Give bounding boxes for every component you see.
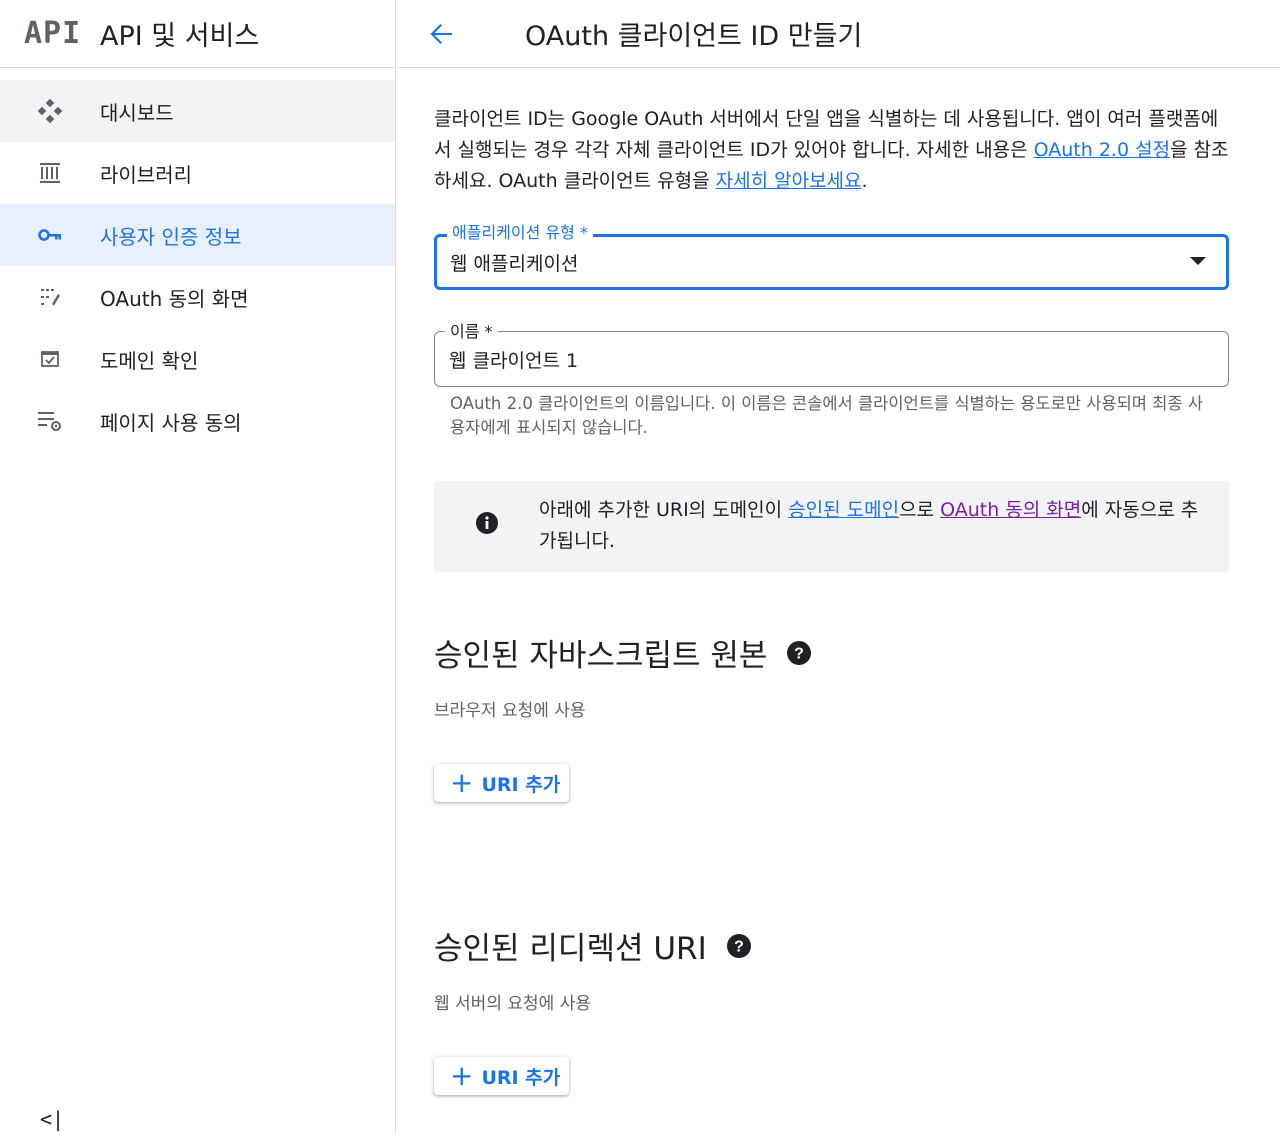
sidebar-item-domain-verification[interactable]: 도메인 확인 xyxy=(0,328,395,390)
button-label: URI 추가 xyxy=(481,1066,561,1089)
sidebar-item-label: OAuth 동의 화면 xyxy=(100,286,249,311)
key-icon xyxy=(36,221,64,249)
application-type-select[interactable]: 애플리케이션 유형 * 웹 애플리케이션 xyxy=(434,219,1229,290)
help-icon[interactable]: ? xyxy=(787,640,812,665)
sidebar-item-credentials[interactable]: 사용자 인증 정보 xyxy=(0,204,395,266)
sidebar-item-label: 사용자 인증 정보 xyxy=(100,224,242,249)
js-origins-subtitle: 브라우저 요청에 사용 xyxy=(434,701,586,721)
application-type-label: 애플리케이션 유형 * xyxy=(447,219,593,243)
application-type-value: 웹 애플리케이션 xyxy=(450,253,579,275)
sidebar-item-label: 페이지 사용 동의 xyxy=(100,410,242,435)
sidebar-header: API API 및 서비스 xyxy=(0,0,395,68)
consent-screen-icon xyxy=(36,283,64,311)
authorized-domains-link[interactable]: 승인된 도메인 xyxy=(788,499,899,521)
dashboard-icon xyxy=(36,97,64,125)
info-text: 아래에 추가한 URI의 도메인이 승인된 도메인으로 OAuth 동의 화면에… xyxy=(539,495,1209,557)
sidebar-item-library[interactable]: 라이브러리 xyxy=(0,142,395,204)
section-title-text: 승인된 리디렉션 URI xyxy=(434,931,707,967)
name-label: 이름 * xyxy=(445,318,498,342)
svg-text:?: ? xyxy=(734,938,744,955)
sidebar-item-label: 도메인 확인 xyxy=(100,348,199,373)
sidebar-item-page-usage[interactable]: 페이지 사용 동의 xyxy=(0,390,395,452)
page-usage-agreement-icon xyxy=(36,407,64,435)
plus-icon: + xyxy=(450,766,474,799)
domain-verification-icon xyxy=(36,345,64,373)
info-box: 아래에 추가한 URI의 도메인이 승인된 도메인으로 OAuth 동의 화면에… xyxy=(434,481,1229,572)
description-text: . xyxy=(861,170,868,192)
section-title-text: 승인된 자바스크립트 원본 xyxy=(434,638,768,674)
help-icon[interactable]: ? xyxy=(726,933,751,958)
sidebar-item-label: 라이브러리 xyxy=(100,162,192,187)
oauth-settings-link[interactable]: OAuth 2.0 설정 xyxy=(1034,139,1170,161)
page-header: OAuth 클라이언트 ID 만들기 xyxy=(397,0,1280,68)
js-origins-title: 승인된 자바스크립트 원본 ? xyxy=(434,630,812,675)
oauth-consent-screen-link[interactable]: OAuth 동의 화면 xyxy=(940,499,1081,521)
info-text-part: 아래에 추가한 URI의 도메인이 xyxy=(539,499,789,521)
form-content: 클라이언트 ID는 Google OAuth 서버에서 단일 앱을 식별하는 데… xyxy=(434,104,1229,1095)
add-redirect-uri-button[interactable]: + URI 추가 xyxy=(434,1057,569,1095)
back-arrow-icon[interactable] xyxy=(425,18,457,50)
collapse-sidebar-button[interactable]: <| xyxy=(40,1107,64,1131)
add-js-origin-uri-button[interactable]: + URI 추가 xyxy=(434,764,569,802)
description: 클라이언트 ID는 Google OAuth 서버에서 단일 앱을 식별하는 데… xyxy=(434,104,1229,197)
sidebar: API API 및 서비스 대시보드 라이브러리 사용자 인증 정보 OAuth… xyxy=(0,0,396,1133)
plus-icon: + xyxy=(450,1059,474,1092)
library-icon xyxy=(36,159,64,187)
sidebar-item-label: 대시보드 xyxy=(100,100,174,125)
name-value[interactable]: 웹 클라이언트 1 xyxy=(449,346,578,373)
sidebar-nav: 대시보드 라이브러리 사용자 인증 정보 OAuth 동의 화면 도메인 확인 xyxy=(0,68,395,452)
redirect-uris-subtitle: 웹 서버의 요청에 사용 xyxy=(434,994,591,1014)
sidebar-item-dashboard[interactable]: 대시보드 xyxy=(0,80,395,142)
info-icon xyxy=(476,512,498,534)
sidebar-item-oauth-consent[interactable]: OAuth 동의 화면 xyxy=(0,266,395,328)
learn-more-link[interactable]: 자세히 알아보세요 xyxy=(716,170,862,192)
button-label: URI 추가 xyxy=(481,773,561,796)
main-content: OAuth 클라이언트 ID 만들기 클라이언트 ID는 Google OAut… xyxy=(397,0,1280,1133)
page-title: OAuth 클라이언트 ID 만들기 xyxy=(525,21,863,52)
svg-text:?: ? xyxy=(795,645,805,662)
redirect-uris-title: 승인된 리디렉션 URI ? xyxy=(434,923,751,968)
info-text-part: 으로 xyxy=(899,499,941,521)
name-input[interactable]: 이름 * 웹 클라이언트 1 xyxy=(434,318,1229,387)
dropdown-arrow-icon xyxy=(1190,257,1206,265)
name-hint: OAuth 2.0 클라이언트의 이름입니다. 이 이름은 콘솔에서 클라이언트… xyxy=(450,394,1203,437)
sidebar-title: API 및 서비스 xyxy=(100,21,260,52)
api-logo: API xyxy=(24,16,82,51)
